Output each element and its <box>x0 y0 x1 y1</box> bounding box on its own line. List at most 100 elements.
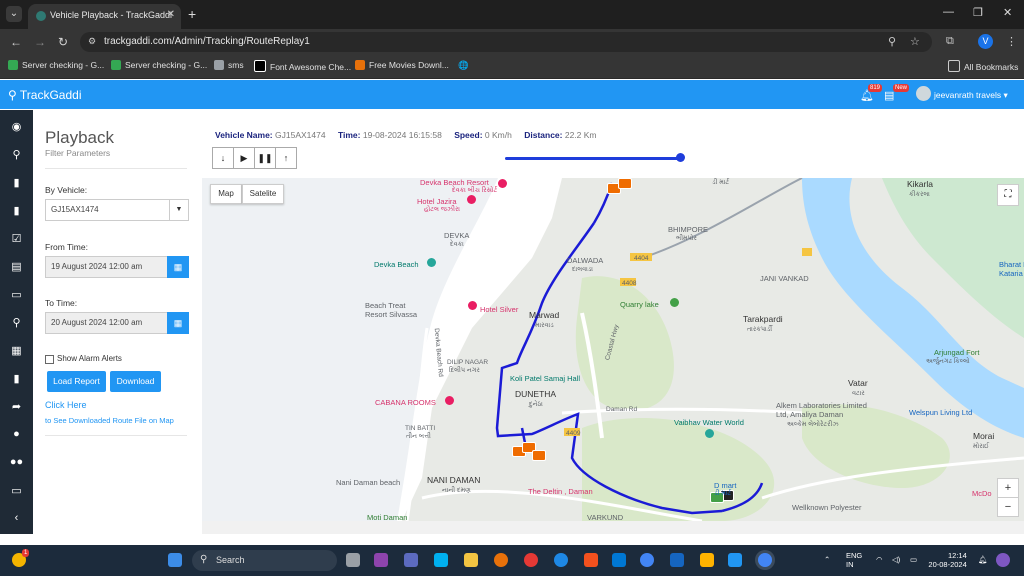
file-icon[interactable]: ▮ <box>0 176 33 189</box>
laptop-icon[interactable]: ▭ <box>0 484 33 497</box>
outlook-icon[interactable] <box>612 553 626 567</box>
map-view-button[interactable]: Map <box>210 184 242 204</box>
visual-studio-icon[interactable] <box>374 553 388 567</box>
pause-button[interactable]: ❚❚ <box>254 147 276 169</box>
fullscreen-icon[interactable]: ⛶ <box>997 184 1019 206</box>
network-icon[interactable]: ◠ <box>876 555 883 564</box>
edge-icon[interactable] <box>554 553 568 567</box>
globe-icon[interactable]: 🌐 <box>458 60 469 71</box>
brand[interactable]: ⚲ TrackGaddi <box>8 88 81 102</box>
users-icon[interactable]: ●● <box>0 456 33 468</box>
location-icon[interactable]: ⚲ <box>0 148 33 161</box>
clock[interactable]: 12:14 20-08-2024 <box>926 551 966 569</box>
step-down-button[interactable]: ↓ <box>212 147 234 169</box>
bookmark-star-icon[interactable]: ☆ <box>910 35 920 48</box>
collapse-icon[interactable]: ‹ <box>0 512 33 524</box>
document-icon[interactable]: ▤ <box>0 260 33 273</box>
playback-slider[interactable] <box>505 157 681 160</box>
load-report-button[interactable]: Load Report <box>47 371 106 392</box>
bookmark-item[interactable]: Free Movies Downl... <box>355 60 449 70</box>
chrome-active-icon[interactable] <box>758 553 772 567</box>
attraction-pin-icon[interactable] <box>705 429 714 438</box>
hotel-pin-icon[interactable] <box>467 195 476 204</box>
copilot-icon[interactable] <box>996 553 1010 567</box>
calendar-icon[interactable]: ▦ <box>0 344 33 357</box>
app-icon[interactable] <box>524 553 538 567</box>
forward-icon[interactable]: → <box>34 35 46 49</box>
word-icon[interactable] <box>670 553 684 567</box>
extensions-icon[interactable]: ⧉ <box>946 35 954 48</box>
dashboard-icon[interactable]: ◉ <box>0 120 33 133</box>
play-button[interactable]: ▶ <box>233 147 255 169</box>
app-icon[interactable] <box>584 553 598 567</box>
bookmark-item[interactable]: Font Awesome Che... <box>254 60 351 72</box>
horizontal-scrollbar[interactable] <box>202 521 1024 534</box>
site-info-icon[interactable]: ⚙ <box>88 36 100 48</box>
file-explorer-icon[interactable] <box>464 553 478 567</box>
notifications-icon[interactable]: 🔔︎ <box>978 555 988 564</box>
park-pin-icon[interactable] <box>670 298 679 307</box>
teams-icon[interactable] <box>404 553 418 567</box>
vehicle-marker-icon[interactable] <box>532 450 546 461</box>
bookmark-item[interactable]: sms <box>214 60 244 70</box>
taskbar-search[interactable]: ⚲ Search <box>192 550 337 571</box>
back-icon[interactable]: ← <box>10 35 22 49</box>
to-calendar-button[interactable]: ▦ <box>167 312 189 334</box>
vehicle-marker-icon[interactable] <box>618 178 632 189</box>
new-tab-icon[interactable]: + <box>188 6 196 22</box>
close-window-icon[interactable]: ✕ <box>1003 6 1012 19</box>
browser-menu-icon[interactable]: ⋮ <box>1006 35 1017 48</box>
battery-icon[interactable]: ▭ <box>910 555 917 564</box>
report-icon[interactable]: ▮ <box>0 204 33 217</box>
hotel-pin-icon[interactable] <box>445 396 454 405</box>
bookmark-item[interactable]: Server checking - G... <box>8 60 104 70</box>
zoom-out-button[interactable]: − <box>997 497 1019 517</box>
checklist-icon[interactable]: ☑ <box>0 232 33 245</box>
download-button[interactable]: Download <box>110 371 161 392</box>
volume-icon[interactable]: ◁) <box>892 555 900 564</box>
language-indicator[interactable]: ENG IN <box>846 551 862 569</box>
firefox-icon[interactable] <box>494 553 508 567</box>
chrome-icon[interactable] <box>640 553 654 567</box>
task-view-icon[interactable] <box>346 553 360 567</box>
show-alarm-checkbox[interactable] <box>45 355 54 364</box>
chevron-down-icon[interactable]: ▼ <box>169 200 188 220</box>
restore-icon[interactable]: ❐ <box>973 6 983 19</box>
map-canvas[interactable]: Map Satelite ⛶ + − Devka Beach Resort દે… <box>202 178 1024 521</box>
tab-close-icon[interactable]: ✕ <box>167 9 175 20</box>
skype-icon[interactable] <box>434 553 448 567</box>
omnibox[interactable]: ⚙ trackgaddi.com/Admin/Tracking/RouteRep… <box>80 32 932 52</box>
beach-pin-icon[interactable] <box>427 258 436 267</box>
playback-slider-handle[interactable] <box>676 153 685 162</box>
user-avatar[interactable] <box>916 86 931 101</box>
bookmark-item[interactable]: Server checking - G... <box>111 60 207 70</box>
browser-tab[interactable]: Vehicle Playback - TrackGaddi ✕ <box>28 4 181 29</box>
to-time-input[interactable]: 20 August 2024 12:00 am <box>45 312 169 334</box>
url-text[interactable]: trackgaddi.com/Admin/Tracking/RouteRepla… <box>104 36 310 47</box>
map-marker-icon[interactable]: ⚲ <box>0 316 33 329</box>
zoom-in-button[interactable]: + <box>997 478 1019 498</box>
hotel-pin-icon[interactable] <box>498 179 507 188</box>
click-here-link[interactable]: Click Here <box>45 400 87 410</box>
from-time-input[interactable]: 19 August 2024 12:00 am <box>45 256 169 278</box>
zoom-icon[interactable]: ⚲ <box>888 35 896 48</box>
tray-overflow-icon[interactable]: ⌃ <box>824 555 830 564</box>
money-icon[interactable]: ▭ <box>0 288 33 301</box>
file-text-icon[interactable]: ▮ <box>0 372 33 385</box>
user-menu[interactable]: jeevanrath travels ▾ <box>934 90 1008 101</box>
start-icon[interactable] <box>168 553 182 567</box>
satellite-view-button[interactable]: Satelite <box>242 184 284 204</box>
vehicle-select[interactable]: GJ15AX1474 ▼ <box>45 199 189 221</box>
from-calendar-button[interactable]: ▦ <box>167 256 189 278</box>
app-icon[interactable] <box>728 553 742 567</box>
minimize-icon[interactable]: — <box>943 6 954 18</box>
share-icon[interactable]: ➦ <box>0 400 33 413</box>
all-bookmarks[interactable]: All Bookmarks <box>948 60 1018 72</box>
tab-search-icon[interactable]: ⌄ <box>6 6 22 22</box>
user-icon[interactable]: ● <box>0 428 33 440</box>
hotel-pin-icon[interactable] <box>468 301 477 310</box>
step-up-button[interactable]: ↑ <box>275 147 297 169</box>
profile-avatar[interactable]: V <box>978 34 993 49</box>
app-icon[interactable] <box>700 553 714 567</box>
reload-icon[interactable]: ↻ <box>58 35 68 49</box>
